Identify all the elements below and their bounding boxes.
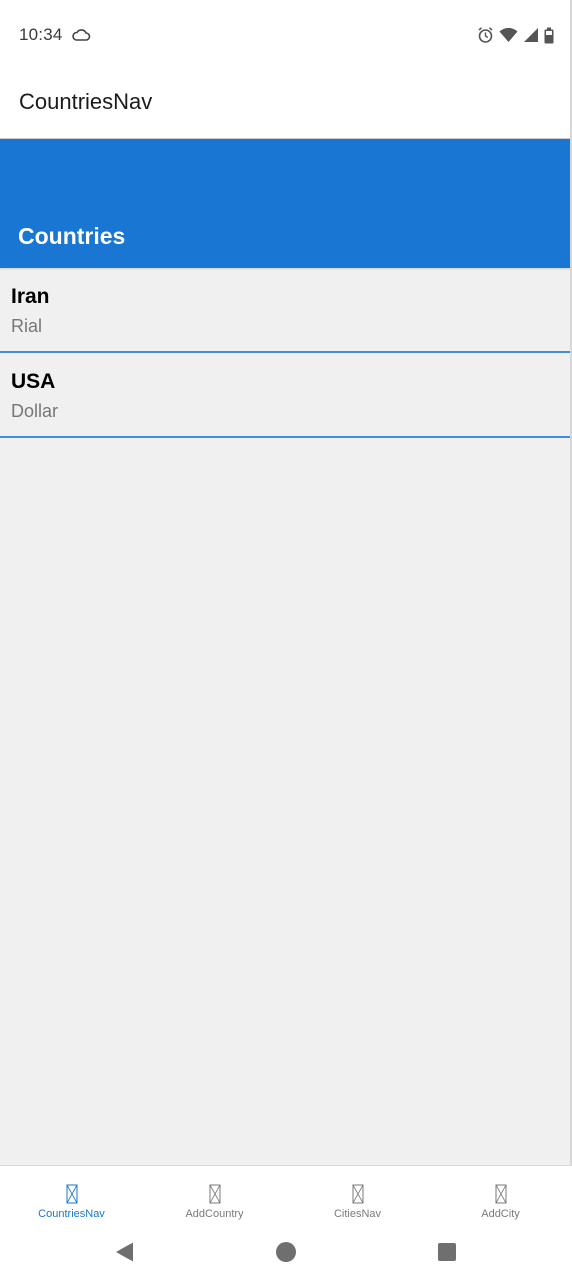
tab-label: CountriesNav — [38, 1208, 105, 1220]
app-title: CountriesNav — [19, 89, 153, 114]
app-bar: CountriesNav — [0, 72, 572, 139]
tab-citiesnav[interactable]: CitiesNav — [286, 1166, 429, 1228]
tab-addcity[interactable]: AddCity — [429, 1166, 572, 1228]
page-header: Countries — [0, 139, 572, 268]
list-item[interactable]: USA Dollar — [0, 353, 572, 438]
country-list: Iran Rial USA Dollar — [0, 268, 572, 438]
status-time: 10:34 — [19, 25, 63, 44]
tab-label: AddCity — [481, 1208, 520, 1220]
placeholder-icon — [495, 1184, 507, 1204]
list-item[interactable]: Iran Rial — [0, 268, 572, 353]
battery-icon — [544, 27, 554, 44]
placeholder-icon — [209, 1184, 221, 1204]
page-title: Countries — [18, 223, 126, 249]
signal-icon — [523, 27, 539, 43]
placeholder-icon — [352, 1184, 364, 1204]
system-navigation-bar — [0, 1227, 572, 1280]
country-currency: Rial — [11, 316, 43, 336]
bottom-navigation: CountriesNav AddCountry CitiesNav AddCit… — [0, 1165, 572, 1228]
placeholder-icon — [66, 1184, 78, 1204]
tab-addcountry[interactable]: AddCountry — [143, 1166, 286, 1228]
country-currency: Dollar — [11, 401, 59, 421]
tab-label: CitiesNav — [333, 1208, 382, 1220]
status-bar: 10:34 — [0, 0, 572, 72]
status-icons — [477, 25, 554, 45]
back-icon[interactable] — [113, 1241, 135, 1263]
cloud-icon — [71, 27, 91, 43]
alarm-icon — [477, 26, 494, 44]
country-name: Iran — [11, 285, 50, 308]
recents-icon[interactable] — [436, 1241, 458, 1263]
tab-label: AddCountry — [185, 1208, 244, 1220]
country-name: USA — [11, 370, 56, 393]
tab-countriesnav[interactable]: CountriesNav — [0, 1166, 143, 1228]
wifi-icon — [499, 27, 518, 43]
home-icon[interactable] — [275, 1241, 297, 1263]
